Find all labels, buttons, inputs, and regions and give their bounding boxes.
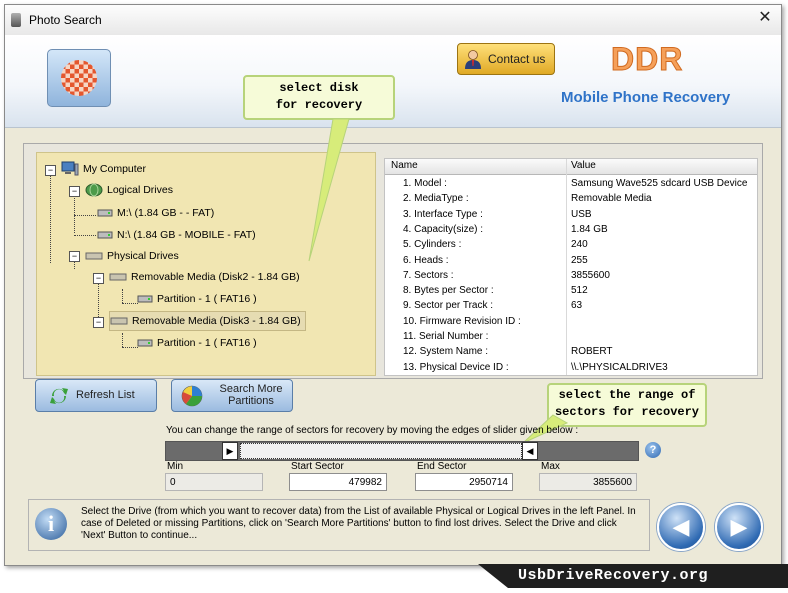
min-sector-field: 0 xyxy=(165,473,263,491)
sector-range-slider[interactable]: ▶ ◀ xyxy=(165,441,639,461)
search-more-partitions-button[interactable]: Search More Partitions xyxy=(171,379,293,412)
max-sector-field: 3855600 xyxy=(539,473,637,491)
callout-pointer-range xyxy=(522,414,569,444)
help-icon[interactable]: ? xyxy=(645,442,661,458)
range-instruction: You can change the range of sectors for … xyxy=(166,425,579,436)
pie-chart-icon xyxy=(181,385,203,407)
button-label-line: Search More xyxy=(219,383,283,395)
min-label: Min xyxy=(167,461,184,472)
back-button[interactable]: ◀ xyxy=(657,503,705,551)
start-sector-input[interactable]: 479982 xyxy=(289,473,387,491)
button-label-line: Partitions xyxy=(228,395,274,407)
start-sector-label: Start Sector xyxy=(291,461,344,472)
end-sector-label: End Sector xyxy=(417,461,467,472)
refresh-list-button[interactable]: Refresh List xyxy=(35,379,157,412)
slider-left-handle[interactable]: ▶ xyxy=(222,442,238,460)
refresh-icon xyxy=(50,388,68,404)
max-label: Max xyxy=(541,461,560,472)
footer-site-text: UsbDriveRecovery.org xyxy=(518,567,709,584)
info-panel: i Select the Drive (from which you want … xyxy=(28,499,650,551)
app-window: Photo Search ✕ Contact us DDR Mobile Pho… xyxy=(4,4,782,566)
slider-right-handle[interactable]: ◀ xyxy=(522,442,538,460)
info-icon: i xyxy=(35,508,67,540)
next-button[interactable]: ▶ xyxy=(715,503,763,551)
search-more-partitions-label: Search More Partitions xyxy=(212,383,290,407)
info-text: Select the Drive (from which you want to… xyxy=(81,506,636,541)
refresh-list-label: Refresh List xyxy=(76,389,135,401)
end-sector-input[interactable]: 2950714 xyxy=(415,473,513,491)
slider-selected-range xyxy=(240,443,522,459)
